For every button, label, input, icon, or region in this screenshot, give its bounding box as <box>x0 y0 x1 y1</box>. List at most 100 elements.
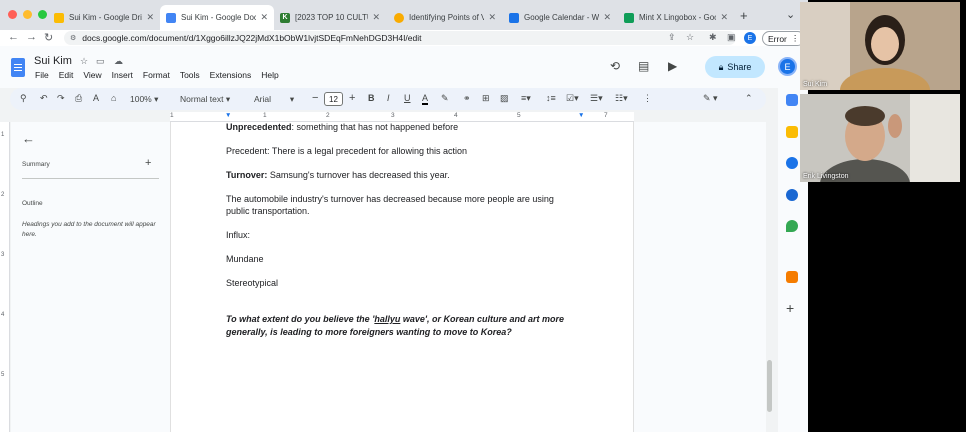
paint-format-icon[interactable]: ⌂ <box>111 93 116 103</box>
spellcheck-icon[interactable]: A <box>93 93 99 103</box>
maps-addon-icon[interactable] <box>786 220 798 232</box>
error-button[interactable]: Error ⋮ <box>762 31 806 46</box>
tab-mint-lingobox[interactable]: Mint X Lingobox - Goo ✕ <box>618 5 734 30</box>
close-tab-icon[interactable]: ✕ <box>603 12 611 23</box>
increase-font-size-button[interactable]: + <box>349 92 355 104</box>
checklist-icon[interactable]: ☑▾ <box>566 93 579 104</box>
menu-extensions[interactable]: Extensions <box>210 70 252 80</box>
move-folder-icon[interactable]: ▭ <box>96 56 105 67</box>
version-history-icon[interactable]: ⟲ <box>610 59 620 73</box>
vertical-ruler[interactable]: 1 2 3 4 5 <box>0 122 10 432</box>
add-comment-icon[interactable]: ⊞ <box>482 93 490 104</box>
print-icon[interactable]: ⎙ <box>75 93 82 104</box>
add-summary-plus-icon[interactable]: + <box>145 157 151 169</box>
paragraph-stereotypical[interactable]: Stereotypical <box>226 277 278 289</box>
side-panel-icon[interactable]: ▣ <box>727 32 736 43</box>
italic-icon[interactable]: I <box>387 93 390 103</box>
close-tab-icon[interactable]: ✕ <box>260 12 268 23</box>
tab-top10-culture[interactable]: K [2023 TOP 10 CULTUR ✕ <box>274 5 386 30</box>
underline-icon[interactable]: U <box>404 93 411 103</box>
cloud-saved-icon[interactable]: ☁ <box>114 56 123 67</box>
participant-tile-erik-livingston[interactable]: Erik Livingston <box>800 94 960 182</box>
insert-image-icon[interactable]: ▨ <box>500 93 509 104</box>
tab-google-calendar[interactable]: Google Calendar - Wee ✕ <box>503 5 617 30</box>
menu-tools[interactable]: Tools <box>180 70 200 80</box>
forward-arrow-icon[interactable]: → <box>26 31 37 43</box>
comments-icon[interactable]: ▤ <box>638 59 649 73</box>
left-indent-marker-icon[interactable]: ▼ <box>225 112 231 119</box>
paragraph-automobile[interactable]: The automobile industry's turnover has d… <box>226 193 566 217</box>
paragraph-mundane[interactable]: Mundane <box>226 253 264 265</box>
close-window-button[interactable] <box>8 10 17 19</box>
calendar-addon-icon[interactable] <box>786 94 798 106</box>
style-select[interactable]: Normal text ▾ <box>180 94 230 105</box>
paragraph-precedent[interactable]: Precedent: There is a legal precedent fo… <box>226 145 467 157</box>
close-tab-icon[interactable]: ✕ <box>488 12 496 23</box>
share-page-icon[interactable]: ⇪ <box>668 32 676 43</box>
tab-google-docs[interactable]: Sui Kim - Google Docs ✕ <box>160 5 274 30</box>
close-tab-icon[interactable]: ✕ <box>720 12 728 23</box>
line-spacing-icon[interactable]: ↕≡ <box>546 93 556 103</box>
highlight-icon[interactable]: ✎ <box>441 93 449 104</box>
numbered-list-icon[interactable]: ☷▾ <box>615 93 628 104</box>
editing-mode-icon[interactable]: ✎ ▾ <box>703 93 718 104</box>
tab-identifying-points[interactable]: Identifying Points of Vi ✕ <box>388 5 502 30</box>
sentence-turnover: Samsung's turnover has decreased this ye… <box>267 170 450 180</box>
close-tab-icon[interactable]: ✕ <box>372 12 380 23</box>
undo-icon[interactable]: ↶ <box>40 93 48 104</box>
decrease-font-size-button[interactable]: − <box>312 92 318 104</box>
zoom-select[interactable]: 100% ▾ <box>130 94 158 105</box>
tab-google-drive[interactable]: Sui Kim - Google Drive ✕ <box>48 5 160 30</box>
font-select[interactable]: Arial ▾ <box>254 94 294 105</box>
right-indent-marker-icon[interactable]: ▼ <box>578 112 584 119</box>
minimize-window-button[interactable] <box>23 10 32 19</box>
paragraph-turnover[interactable]: Turnover: Samsung's turnover has decreas… <box>226 169 450 181</box>
star-icon[interactable]: ☆ <box>80 56 88 67</box>
insert-link-icon[interactable]: ⚭ <box>463 93 471 104</box>
bookmark-star-icon[interactable]: ☆ <box>686 32 694 43</box>
paragraph-unprecedented[interactable]: Unprecedented: something that has not ha… <box>226 121 458 133</box>
search-menus-icon[interactable]: ⚲ <box>20 93 27 104</box>
reload-icon[interactable]: ↻ <box>44 31 53 44</box>
menu-format[interactable]: Format <box>143 70 170 80</box>
text-color-icon[interactable]: A <box>422 93 429 105</box>
more-options-icon[interactable]: ⋮ <box>643 93 652 104</box>
font-size-input[interactable]: 12 <box>324 92 343 106</box>
close-outline-arrow-icon[interactable]: ← <box>22 131 35 146</box>
bulleted-list-icon[interactable]: ☰▾ <box>590 93 603 104</box>
get-addons-plus-icon[interactable]: + <box>786 300 794 316</box>
hide-menus-chevron-icon[interactable]: ⌃ <box>745 93 753 104</box>
bold-icon[interactable]: B <box>368 93 375 103</box>
menu-help[interactable]: Help <box>261 70 278 80</box>
share-button[interactable]: 🔒︎ Share <box>705 56 765 78</box>
account-avatar[interactable]: E <box>778 57 797 76</box>
tab-search-chevron-icon[interactable]: ⌄ <box>786 8 795 21</box>
menu-insert[interactable]: Insert <box>112 70 133 80</box>
extra-addon-icon[interactable] <box>786 271 798 283</box>
menu-edit[interactable]: Edit <box>59 70 74 80</box>
profile-avatar[interactable]: E <box>744 32 756 44</box>
meet-video-icon[interactable]: ▶ <box>668 59 677 73</box>
tasks-addon-icon[interactable] <box>786 157 798 169</box>
back-arrow-icon[interactable]: ← <box>8 31 19 43</box>
google-docs-icon <box>166 12 176 23</box>
discussion-question[interactable]: To what extent do you believe the 'hally… <box>226 313 586 339</box>
document-title[interactable]: Sui Kim <box>34 55 72 67</box>
new-tab-plus-icon[interactable]: + <box>740 8 748 23</box>
zoom-window-button[interactable] <box>38 10 47 19</box>
url-field[interactable]: ⚙ docs.google.com/document/d/1Xggo6illzJ… <box>64 31 736 45</box>
menu-file[interactable]: File <box>35 70 49 80</box>
extensions-puzzle-icon[interactable]: ✱ <box>709 32 717 43</box>
paragraph-influx[interactable]: Influx: <box>226 229 250 241</box>
menu-view[interactable]: View <box>83 70 101 80</box>
close-tab-icon[interactable]: ✕ <box>146 12 154 23</box>
site-info-icon[interactable]: ⚙ <box>70 34 76 42</box>
scrollbar-thumb[interactable] <box>767 360 772 412</box>
align-icon[interactable]: ≡▾ <box>521 93 531 104</box>
keep-addon-icon[interactable] <box>786 126 798 138</box>
contacts-addon-icon[interactable] <box>786 189 798 201</box>
docs-header <box>0 46 808 88</box>
redo-icon[interactable]: ↷ <box>57 93 65 104</box>
google-docs-logo-icon[interactable] <box>11 58 25 77</box>
participant-tile-sui-kim[interactable]: Sui Kim <box>800 2 960 90</box>
